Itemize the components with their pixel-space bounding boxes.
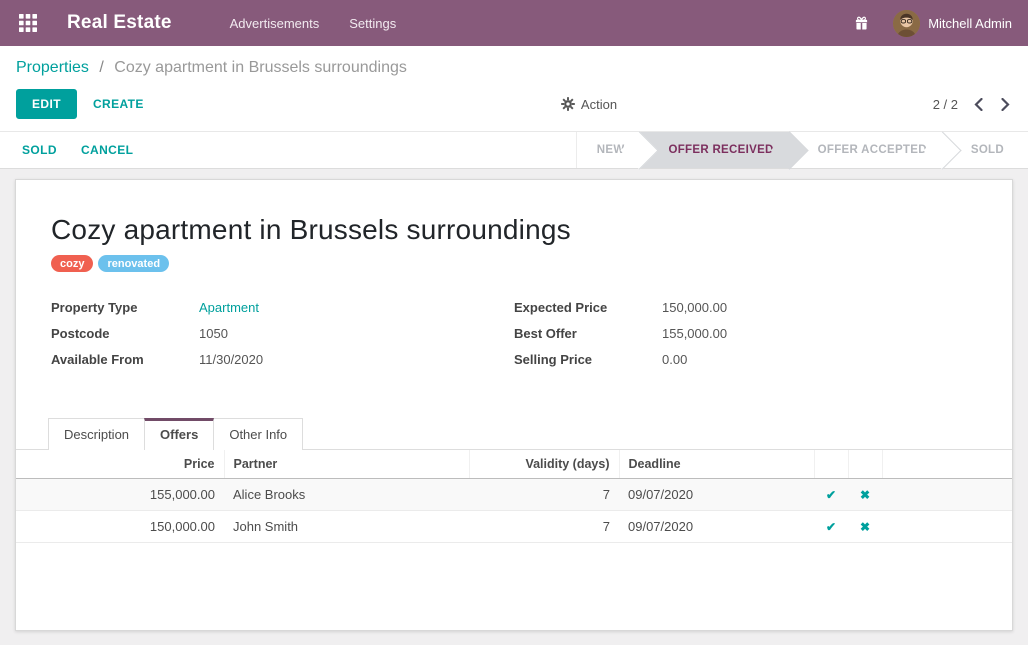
offer-validity: 7 <box>469 479 619 511</box>
top-navbar: Real Estate Advertisements Settings Mitc… <box>0 0 1028 46</box>
column-header-partner[interactable]: Partner <box>224 450 469 479</box>
control-panel: Properties / Cozy apartment in Brussels … <box>0 46 1028 131</box>
notebook-tabs: Description Offers Other Info <box>16 418 1012 450</box>
form-view-background: Cozy apartment in Brussels surroundings … <box>0 169 1028 645</box>
tag-cozy[interactable]: cozy <box>51 255 93 272</box>
property-type-link[interactable]: Apartment <box>199 300 259 315</box>
field-label: Expected Price <box>514 300 662 315</box>
breadcrumb-current: Cozy apartment in Brussels surroundings <box>114 59 407 76</box>
field-label: Postcode <box>51 326 199 341</box>
create-button[interactable]: CREATE <box>81 90 156 118</box>
status-step-offer-received[interactable]: OFFER RECEIVED <box>640 132 789 168</box>
breadcrumb-properties[interactable]: Properties <box>16 59 89 76</box>
field-best-offer: Best Offer 155,000.00 <box>514 326 977 341</box>
column-header-filler <box>882 450 1012 479</box>
expected-price-value: 150,000.00 <box>662 300 727 315</box>
gift-icon[interactable] <box>854 16 869 31</box>
refuse-offer-button[interactable]: ✖ <box>860 521 870 533</box>
field-label: Best Offer <box>514 326 662 341</box>
offer-row[interactable]: 150,000.00 John Smith 7 09/07/2020 ✔ ✖ <box>16 511 1012 543</box>
column-header-accept <box>814 450 848 479</box>
column-header-refuse <box>848 450 882 479</box>
pager-count: 2 / 2 <box>933 97 958 112</box>
field-group-right: Expected Price 150,000.00 Best Offer 155… <box>514 300 977 378</box>
field-label: Property Type <box>51 300 199 315</box>
apps-grid-icon[interactable] <box>16 11 40 35</box>
field-group-left: Property Type Apartment Postcode 1050 Av… <box>51 300 514 378</box>
tag-renovated[interactable]: renovated <box>98 255 169 272</box>
refuse-offer-button[interactable]: ✖ <box>860 489 870 501</box>
tab-description[interactable]: Description <box>48 418 145 450</box>
offer-price: 150,000.00 <box>16 511 224 543</box>
field-expected-price: Expected Price 150,000.00 <box>514 300 977 315</box>
form-sheet: Cozy apartment in Brussels surroundings … <box>15 179 1013 631</box>
offer-deadline: 09/07/2020 <box>619 511 814 543</box>
tab-offers[interactable]: Offers <box>144 418 214 450</box>
statusbar: SOLD CANCEL NEW OFFER RECEIVED OFFER ACC… <box>0 131 1028 169</box>
best-offer-value: 155,000.00 <box>662 326 727 341</box>
field-label: Available From <box>51 352 199 367</box>
offers-table: Price Partner Validity (days) Deadline 1… <box>16 450 1012 543</box>
accept-offer-button[interactable]: ✔ <box>826 521 836 533</box>
offer-partner: Alice Brooks <box>224 479 469 511</box>
column-header-validity[interactable]: Validity (days) <box>469 450 619 479</box>
user-name[interactable]: Mitchell Admin <box>928 16 1012 31</box>
offer-validity: 7 <box>469 511 619 543</box>
check-icon: ✔ <box>826 520 836 534</box>
x-icon: ✖ <box>860 488 870 502</box>
postcode-value: 1050 <box>199 326 228 341</box>
chevron-left-icon <box>974 98 983 111</box>
gear-icon <box>561 97 575 111</box>
top-menu: Advertisements Settings <box>230 16 397 31</box>
field-postcode: Postcode 1050 <box>51 326 514 341</box>
pager-previous-button[interactable] <box>972 96 985 113</box>
accept-offer-button[interactable]: ✔ <box>826 489 836 501</box>
breadcrumb: Properties / Cozy apartment in Brussels … <box>16 59 1012 77</box>
pager-next-button[interactable] <box>999 96 1012 113</box>
field-label: Selling Price <box>514 352 662 367</box>
breadcrumb-separator: / <box>99 59 103 76</box>
check-icon: ✔ <box>826 488 836 502</box>
tab-other-info[interactable]: Other Info <box>213 418 303 450</box>
status-step-offer-accepted[interactable]: OFFER ACCEPTED <box>790 132 943 168</box>
field-groups: Property Type Apartment Postcode 1050 Av… <box>51 300 977 378</box>
available-from-value: 11/30/2020 <box>199 352 263 367</box>
x-icon: ✖ <box>860 520 870 534</box>
app-title[interactable]: Real Estate <box>67 12 172 34</box>
field-selling-price: Selling Price 0.00 <box>514 352 977 367</box>
offer-partner: John Smith <box>224 511 469 543</box>
tags-list: cozy renovated <box>51 255 977 272</box>
control-panel-buttons: EDIT CREATE <box>16 89 1012 131</box>
column-header-price[interactable]: Price <box>16 450 224 479</box>
status-steps: NEW OFFER RECEIVED OFFER ACCEPTED SOLD <box>576 132 1028 168</box>
offers-table-header: Price Partner Validity (days) Deadline <box>16 450 1012 479</box>
edit-button[interactable]: EDIT <box>16 89 77 119</box>
menu-settings[interactable]: Settings <box>349 16 396 31</box>
avatar[interactable] <box>893 10 920 37</box>
column-header-deadline[interactable]: Deadline <box>619 450 814 479</box>
chevron-right-icon <box>1001 98 1010 111</box>
offer-deadline: 09/07/2020 <box>619 479 814 511</box>
field-property-type: Property Type Apartment <box>51 300 514 315</box>
menu-advertisements[interactable]: Advertisements <box>230 16 320 31</box>
action-label: Action <box>581 97 617 112</box>
status-step-new[interactable]: NEW <box>576 132 641 168</box>
field-available-from: Available From 11/30/2020 <box>51 352 514 367</box>
sold-button[interactable]: SOLD <box>10 136 69 164</box>
offer-price: 155,000.00 <box>16 479 224 511</box>
cancel-button[interactable]: CANCEL <box>69 136 145 164</box>
page-title: Cozy apartment in Brussels surroundings <box>51 214 977 246</box>
selling-price-value: 0.00 <box>662 352 687 367</box>
offer-row[interactable]: 155,000.00 Alice Brooks 7 09/07/2020 ✔ ✖ <box>16 479 1012 511</box>
action-menu-button[interactable]: Action <box>561 97 617 112</box>
